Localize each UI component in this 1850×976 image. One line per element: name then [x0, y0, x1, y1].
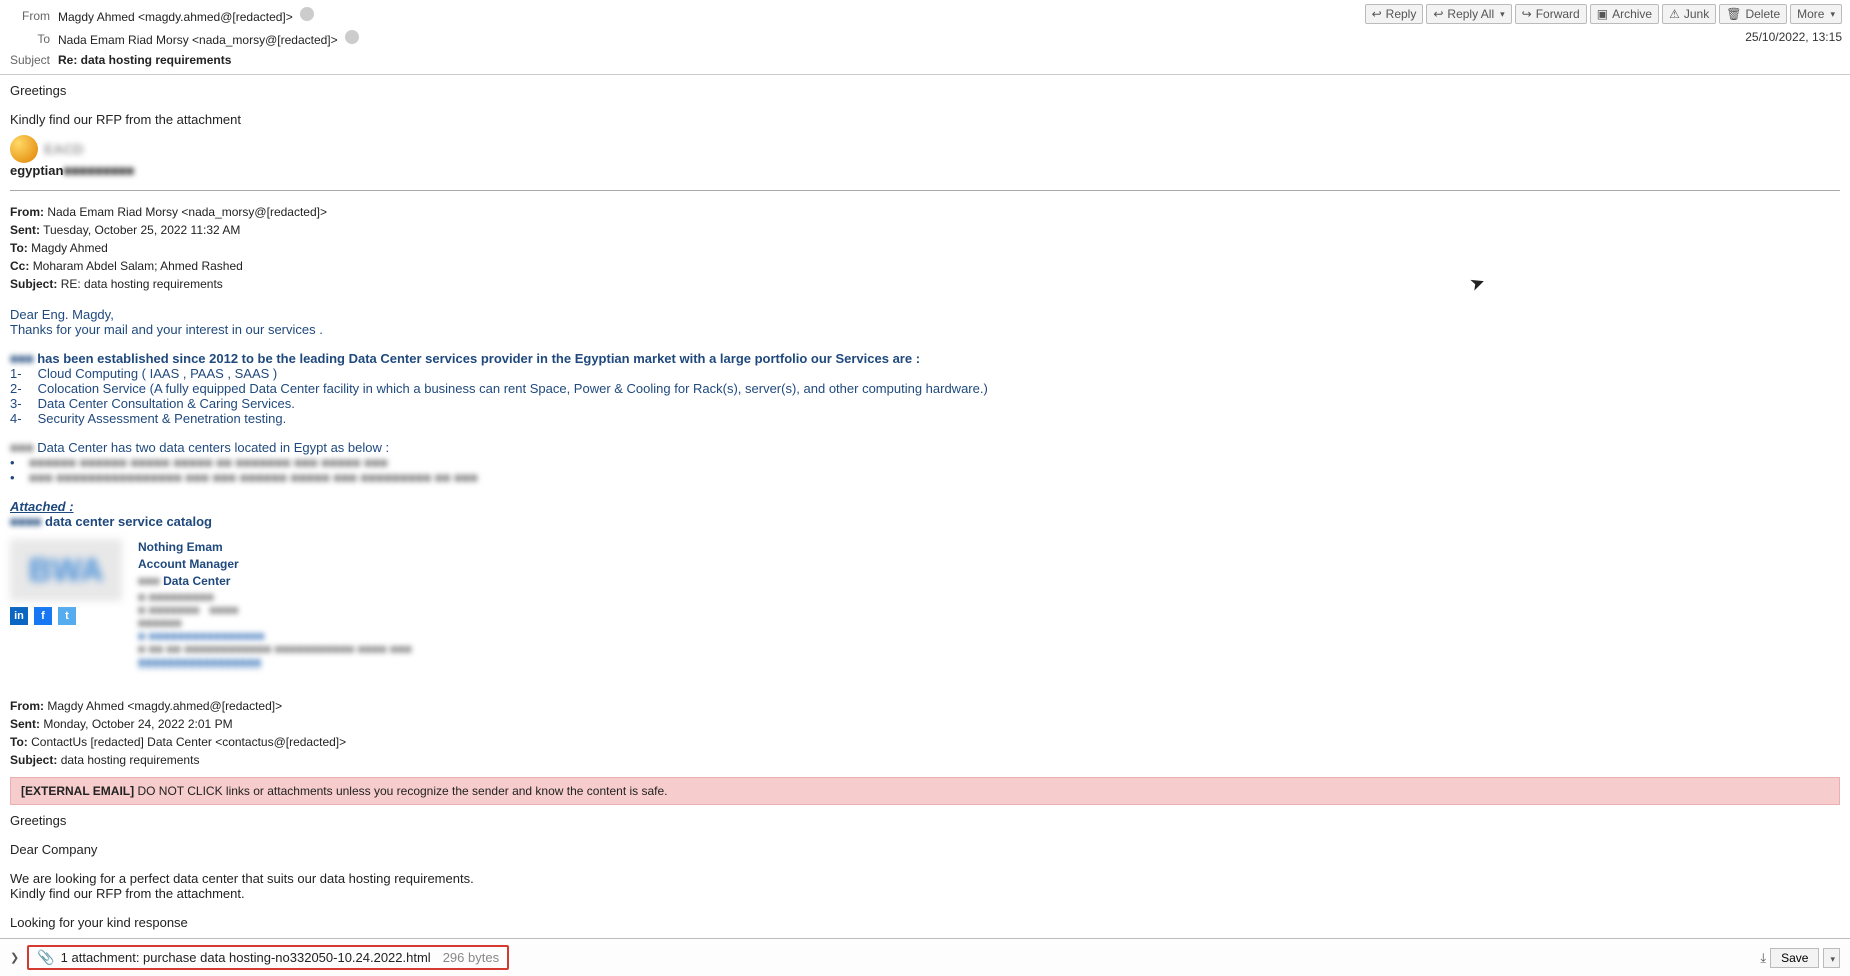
sender-logo: EACD egyptian■■■■■■■■■: [10, 135, 1840, 178]
message-header: ↩Reply ↩Reply All▾ ↪Forward ▣Archive ⚠Ju…: [0, 0, 1850, 75]
sig-blur-line: ■ ■■■■■■■■■: [138, 589, 412, 602]
services-list: 1- Cloud Computing ( IAAS , PAAS , SAAS …: [10, 366, 1840, 426]
from-label: From: [8, 9, 58, 23]
sig-logo-blurred: BWA: [10, 539, 122, 601]
download-icon: ⤓: [1760, 950, 1766, 966]
subject-label: Subject: [8, 53, 58, 67]
sig-dc: ■■■ Data Center: [138, 573, 412, 590]
paperclip-icon: 📎: [37, 949, 54, 966]
sig-blur-line: ■ ■■ ■■ ■■■■■■■■■■■■ ■■■■■■■■■■■ ■■■■ ■■…: [138, 641, 412, 654]
delete-icon: 🗑: [1726, 7, 1741, 21]
egyptian-line: egyptian■■■■■■■■■: [10, 163, 1840, 178]
sig-blur-line: ■■■■■■■■■■■■■■■■■: [138, 654, 412, 667]
save-button[interactable]: Save: [1770, 948, 1819, 968]
dc-bullet-2: • ■■■ ■■■■■■■■■■■■■■■■ ■■■ ■■■ ■■■■■■ ■■…: [10, 470, 1840, 485]
forward-icon: ↪: [1522, 7, 1532, 21]
dc-intro: ■■■ Data Center has two data centers loc…: [10, 440, 1840, 455]
archive-button[interactable]: ▣Archive: [1590, 4, 1659, 24]
reply-button[interactable]: ↩Reply: [1365, 4, 1424, 24]
sig-name: Nothing Emam: [138, 539, 412, 556]
save-dropdown[interactable]: ▾: [1823, 948, 1840, 968]
more-button[interactable]: More▾: [1790, 4, 1842, 24]
chevron-down-icon: ▾: [1500, 9, 1505, 20]
archive-icon: ▣: [1597, 7, 1608, 21]
external-email-banner: [EXTERNAL EMAIL] DO NOT CLICK links or a…: [10, 777, 1840, 805]
social-icons: in f t: [10, 607, 122, 625]
reply-icon: ↩: [1372, 7, 1382, 21]
orig-dear: Dear Company: [10, 842, 1840, 857]
delete-button[interactable]: 🗑Delete: [1719, 4, 1787, 24]
toolbar: ↩Reply ↩Reply All▾ ↪Forward ▣Archive ⚠Ju…: [1365, 4, 1842, 24]
twitter-icon[interactable]: t: [58, 607, 76, 625]
message-body: Greetings Kindly find our RFP from the a…: [0, 75, 1850, 938]
junk-button[interactable]: ⚠Junk: [1662, 4, 1716, 24]
established-line: ■■■ has been established since 2012 to b…: [10, 351, 1840, 366]
signature: BWA in f t Nothing Emam Account Manager …: [10, 539, 1840, 667]
sig-blur-line: ■■■■■■: [138, 615, 412, 628]
attachment-item[interactable]: 📎 1 attachment: purchase data hosting-no…: [27, 945, 509, 970]
logo-text-blurred: EACD: [44, 141, 84, 157]
timestamp: 25/10/2022, 13:15: [1745, 30, 1842, 44]
orig-line: Looking for your kind response: [10, 915, 1840, 930]
forward-button[interactable]: ↪Forward: [1515, 4, 1587, 24]
salutation: Dear Eng. Magdy,: [10, 307, 1840, 322]
linkedin-icon[interactable]: in: [10, 607, 28, 625]
reply-all-button[interactable]: ↩Reply All▾: [1426, 4, 1511, 24]
sig-blur-line: ■ ■■■■■■■■■■■■■■■■: [138, 628, 412, 641]
to-label: To: [8, 32, 58, 46]
facebook-icon[interactable]: f: [34, 607, 52, 625]
junk-icon: ⚠: [1669, 7, 1680, 21]
orig-line: Kindly find our RFP from the attachment.: [10, 886, 1840, 901]
quoted-header-1: From: Nada Emam Riad Morsy <nada_morsy@[…: [10, 203, 1840, 293]
thanks-line: Thanks for your mail and your interest i…: [10, 322, 1840, 337]
expand-attachments-icon[interactable]: ❯: [10, 951, 19, 964]
sig-title: Account Manager: [138, 556, 412, 573]
orig-greeting: Greetings: [10, 813, 1840, 828]
body-greeting: Greetings: [10, 83, 1840, 98]
to-value: Nada Emam Riad Morsy <nada_morsy@[redact…: [58, 30, 1842, 47]
attachment-size: 296 bytes: [443, 950, 499, 965]
attachment-summary: 1 attachment: purchase data hosting-no33…: [61, 950, 431, 965]
quoted-header-2: From: Magdy Ahmed <magdy.ahmed@[redacted…: [10, 697, 1840, 769]
attachment-bar: ❯ 📎 1 attachment: purchase data hosting-…: [0, 938, 1850, 976]
attached-label: Attached :: [10, 499, 1840, 514]
contact-icon[interactable]: [300, 7, 314, 21]
contact-icon[interactable]: [345, 30, 359, 44]
catalog-line: ■■■■ data center service catalog: [10, 514, 1840, 529]
reply-all-icon: ↩: [1433, 7, 1443, 21]
subject-value: Re: data hosting requirements: [58, 53, 1842, 67]
dc-bullet-1: • ■■■■■■ ■■■■■■ ■■■■■ ■■■■■ ■■ ■■■■■■■ ■…: [10, 455, 1840, 470]
body-line: Kindly find our RFP from the attachment: [10, 112, 1840, 127]
separator: [10, 190, 1840, 191]
logo-icon: [10, 135, 38, 163]
chevron-down-icon: ▾: [1830, 9, 1835, 20]
sig-blur-line: ■ ■■■■■■■ ■■■■: [138, 602, 412, 615]
chevron-down-icon: ▾: [1830, 954, 1835, 964]
